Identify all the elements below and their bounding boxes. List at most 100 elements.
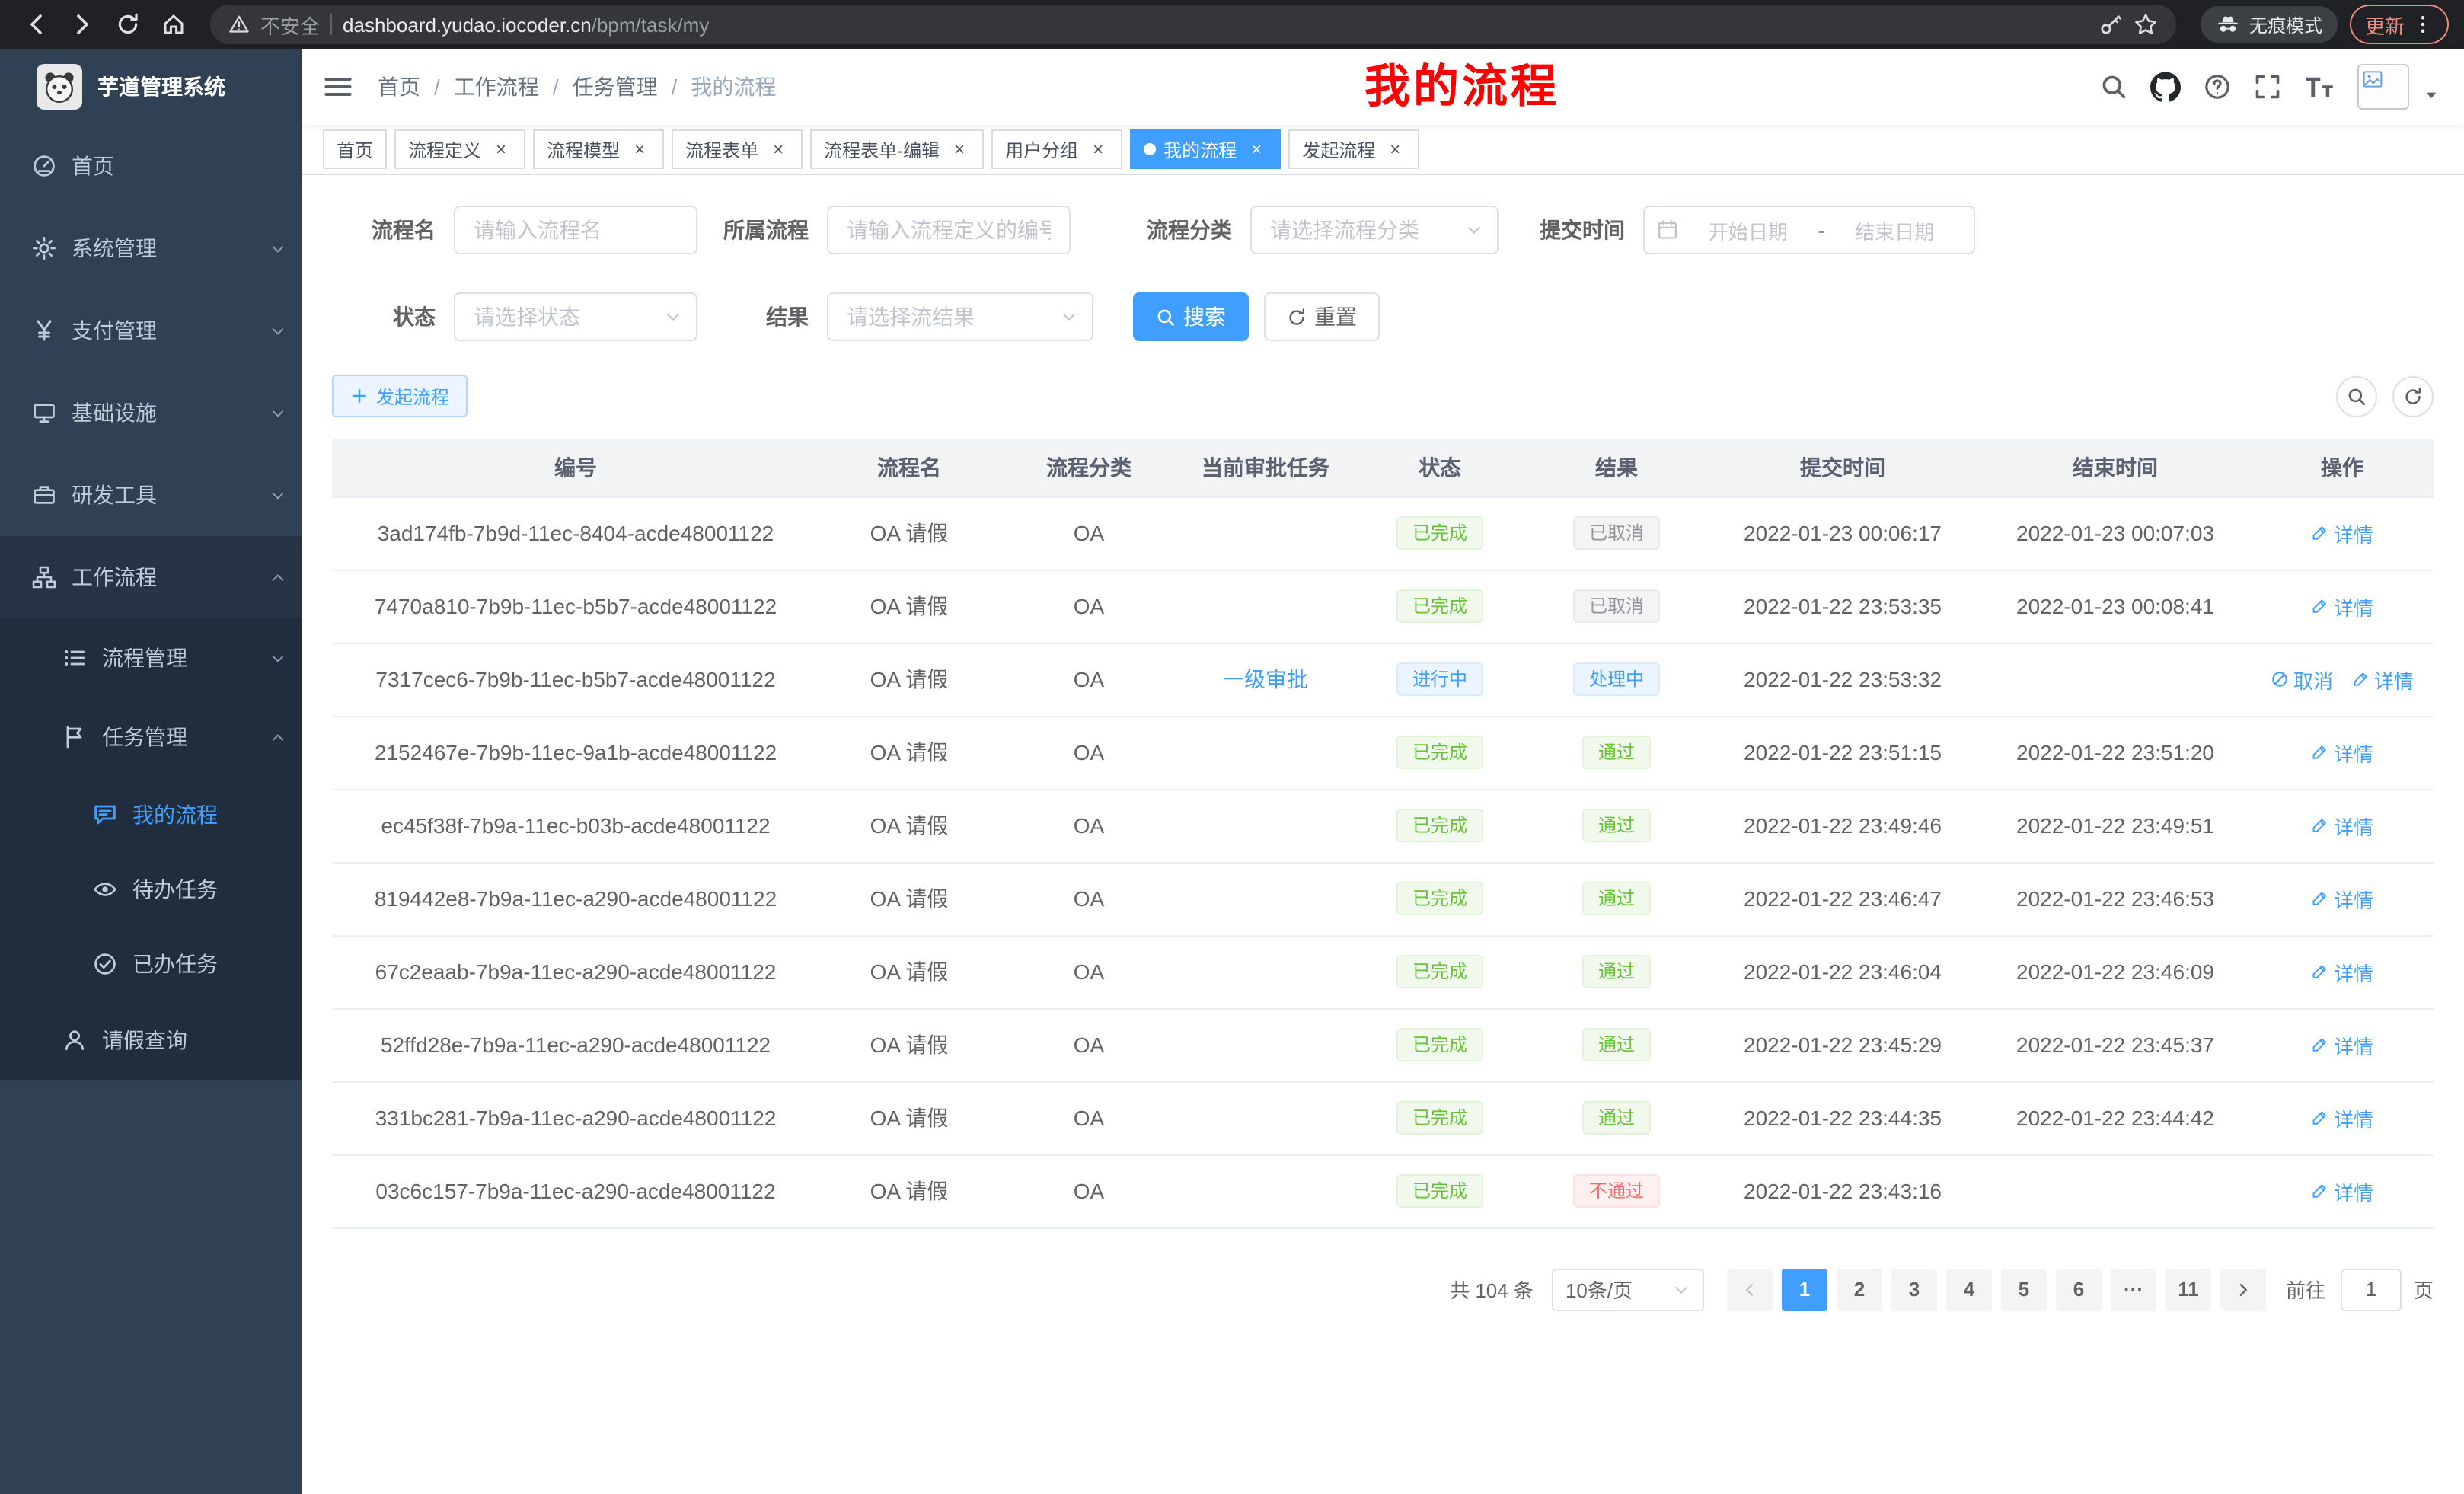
breadcrumb-item-home[interactable]: 首页 <box>378 72 420 102</box>
close-icon[interactable]: × <box>1384 139 1406 160</box>
update-button[interactable]: 更新 <box>2350 5 2449 44</box>
sidebar-item-infrastructure[interactable]: 基础设施 <box>0 372 302 454</box>
sidebar-item-system-management[interactable]: 系统管理 <box>0 207 302 289</box>
detail-action-link[interactable]: 详情 <box>2311 592 2373 621</box>
sidebar-item-todo-task[interactable]: 待办任务 <box>0 851 302 926</box>
page-number-2[interactable]: 2 <box>1837 1268 1882 1310</box>
process-name-input[interactable] <box>454 206 697 254</box>
process-id-input[interactable] <box>827 206 1071 254</box>
workflow-icon <box>30 565 58 589</box>
bookmark-star-icon[interactable] <box>2134 12 2158 37</box>
tab-process-form-edit[interactable]: 流程表单-编辑 × <box>810 129 984 169</box>
home-button[interactable] <box>152 3 195 46</box>
edit-icon <box>2311 524 2329 542</box>
page-ellipsis[interactable]: ··· <box>2111 1268 2156 1310</box>
tab-process-model[interactable]: 流程模型× <box>533 129 664 169</box>
kebab-menu-icon[interactable] <box>2412 14 2434 35</box>
tab-start-process[interactable]: 发起流程× <box>1288 129 1419 169</box>
end-date-input[interactable]: 结束日期 <box>1827 215 1961 244</box>
toggle-search-button[interactable] <box>2336 375 2377 417</box>
close-icon[interactable]: × <box>629 139 650 160</box>
next-page-button[interactable] <box>2220 1268 2266 1310</box>
sidebar-item-process-management[interactable]: 流程管理 <box>0 618 302 698</box>
close-icon[interactable]: × <box>768 139 789 160</box>
result-select[interactable]: 请选择流结果 <box>827 292 1093 341</box>
app-frame: 芋道管理系统 首页系统管理支付管理基础设施研发工具工作流程流程管理任务管理我的流… <box>0 49 2464 1494</box>
result-tag: 通过 <box>1583 1101 1650 1135</box>
password-key-icon[interactable] <box>2099 12 2123 37</box>
sidebar-item-payment-management[interactable]: 支付管理 <box>0 289 302 372</box>
close-icon[interactable]: × <box>490 139 512 160</box>
current-task-link[interactable]: 一级审批 <box>1223 667 1308 691</box>
browser-toolbar: 不安全 dashboard.yudao.iocoder.cn/bpm/task/… <box>0 0 2464 49</box>
detail-action-link[interactable]: 详情 <box>2311 1103 2373 1132</box>
sidebar-item-home[interactable]: 首页 <box>0 125 302 207</box>
sidebar-item-leave-query[interactable]: 请假查询 <box>0 1001 302 1080</box>
sidebar-item-workflow[interactable]: 工作流程 <box>0 536 302 618</box>
sidebar-item-dev-tools[interactable]: 研发工具 <box>0 454 302 536</box>
user-icon <box>61 1028 88 1052</box>
detail-action-link[interactable]: 详情 <box>2311 519 2373 547</box>
tab-user-group[interactable]: 用户分组× <box>991 129 1122 169</box>
close-icon[interactable]: × <box>1087 139 1109 160</box>
fullscreen-icon[interactable] <box>2254 73 2281 101</box>
action-label: 详情 <box>2334 592 2373 621</box>
user-avatar[interactable] <box>2357 64 2409 110</box>
tab-home[interactable]: 首页 <box>323 129 387 169</box>
cell-submit_time: 2022-01-22 23:51:15 <box>1706 716 1980 789</box>
tab-process-definition[interactable]: 流程定义× <box>394 129 525 169</box>
sidebar-item-task-management[interactable]: 任务管理 <box>0 698 302 777</box>
detail-action-link[interactable]: 详情 <box>2311 1030 2373 1059</box>
hamburger-icon[interactable] <box>323 72 353 102</box>
search-icon[interactable] <box>2100 73 2127 101</box>
detail-action-link[interactable]: 详情 <box>2311 1176 2373 1205</box>
start-process-button[interactable]: 发起流程 <box>332 375 468 417</box>
caret-down-icon[interactable] <box>2423 87 2440 104</box>
category-select[interactable]: 请选择流程分类 <box>1250 206 1499 254</box>
start-process-label: 发起流程 <box>376 383 449 409</box>
page-number-11[interactable]: 11 <box>2166 1268 2211 1310</box>
prev-page-button[interactable] <box>1727 1268 1773 1310</box>
breadcrumb-item-workflow[interactable]: 工作流程 <box>454 72 539 102</box>
search-button[interactable]: 搜索 <box>1133 292 1249 341</box>
address-bar[interactable]: 不安全 dashboard.yudao.iocoder.cn/bpm/task/… <box>210 5 2176 44</box>
cell-submit_time: 2022-01-22 23:44:35 <box>1706 1081 1980 1154</box>
detail-action-link[interactable]: 详情 <box>2311 884 2373 913</box>
tab-my-process[interactable]: 我的流程× <box>1130 129 1281 169</box>
page-number-6[interactable]: 6 <box>2056 1268 2102 1310</box>
tab-process-form[interactable]: 流程表单× <box>672 129 803 169</box>
page-number-5[interactable]: 5 <box>2001 1268 2047 1310</box>
github-icon[interactable] <box>2150 72 2181 102</box>
status-select[interactable]: 请选择状态 <box>454 292 697 341</box>
breadcrumb-item-task-management[interactable]: 任务管理 <box>573 72 658 102</box>
reset-button[interactable]: 重置 <box>1264 292 1380 341</box>
detail-action-link[interactable]: 详情 <box>2311 811 2373 840</box>
tab-label: 流程表单-编辑 <box>824 136 940 162</box>
page-number-1[interactable]: 1 <box>1782 1268 1827 1310</box>
cell-id: 03c6c157-7b9a-11ec-a290-acde48001122 <box>332 1154 819 1227</box>
app-logo[interactable]: 芋道管理系统 <box>0 49 302 125</box>
start-date-input[interactable]: 开始日期 <box>1681 215 1815 244</box>
column-header-status: 状态 <box>1352 439 1527 496</box>
refresh-table-button[interactable] <box>2392 375 2434 417</box>
submit-time-range-picker[interactable]: 开始日期 - 结束日期 <box>1643 206 1975 254</box>
close-icon[interactable]: × <box>1246 139 1267 160</box>
page-number-4[interactable]: 4 <box>1946 1268 1992 1310</box>
cancel-action-link[interactable]: 取消 <box>2271 665 2333 694</box>
detail-action-link[interactable]: 详情 <box>2351 665 2414 694</box>
back-button[interactable] <box>15 3 58 46</box>
detail-action-link[interactable]: 详情 <box>2311 957 2373 986</box>
cell-actions: 详情 <box>2251 570 2434 643</box>
page-number-3[interactable]: 3 <box>1891 1268 1937 1310</box>
page-size-select[interactable]: 10条/页 <box>1552 1268 1704 1310</box>
reload-button[interactable] <box>107 3 149 46</box>
sidebar-item-my-process[interactable]: 我的流程 <box>0 777 302 851</box>
font-size-icon[interactable] <box>2304 72 2335 102</box>
close-icon[interactable]: × <box>949 139 970 160</box>
cell-result: 通过 <box>1527 935 1706 1008</box>
forward-button[interactable] <box>61 3 104 46</box>
detail-action-link[interactable]: 详情 <box>2311 738 2373 767</box>
goto-page-input[interactable] <box>2341 1268 2402 1310</box>
help-icon[interactable] <box>2204 73 2231 101</box>
sidebar-item-done-task[interactable]: 已办任务 <box>0 926 302 1001</box>
